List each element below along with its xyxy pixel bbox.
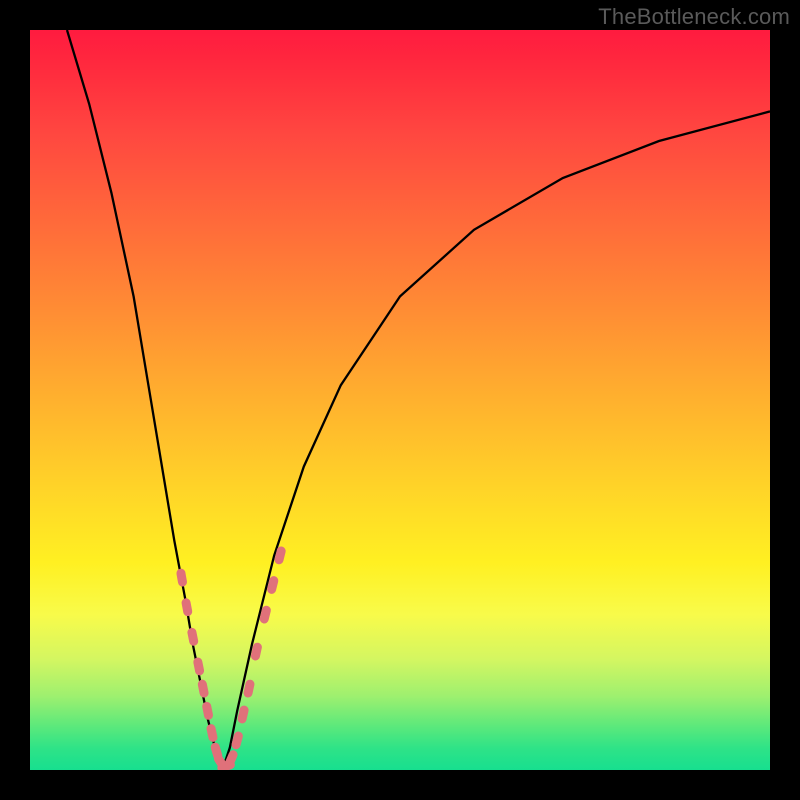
watermark-text: TheBottleneck.com <box>598 4 790 30</box>
chart-frame: TheBottleneck.com <box>0 0 800 800</box>
right-branch-path <box>222 111 770 770</box>
marker-point <box>181 598 193 617</box>
marker-point <box>176 568 188 587</box>
curve-svg <box>30 30 770 770</box>
marker-point <box>206 723 219 743</box>
marker-point <box>201 701 213 720</box>
plot-area <box>30 30 770 770</box>
marker-point <box>193 657 205 676</box>
marker-point <box>197 679 209 698</box>
marker-point <box>187 627 199 646</box>
